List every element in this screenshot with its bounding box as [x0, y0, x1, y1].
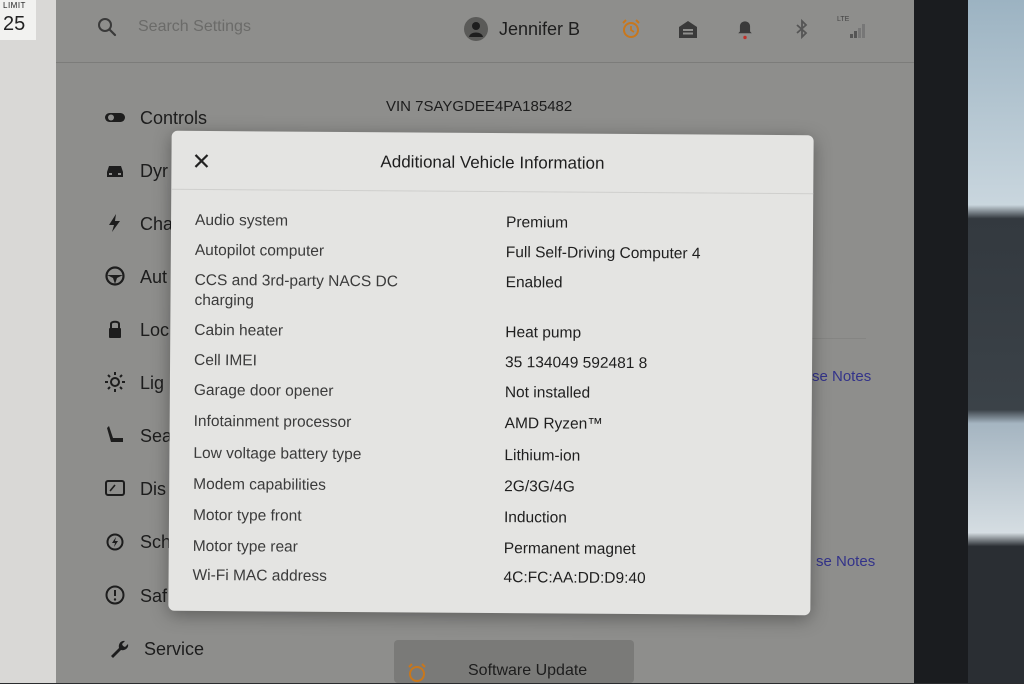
info-value: Enabled: [505, 274, 563, 292]
top-bar-divider: [56, 62, 914, 63]
info-label: Audio system: [194, 211, 289, 230]
vin-label: VIN 7SAYGDEE4PA185482: [386, 98, 573, 115]
search-input[interactable]: Search Settings: [138, 18, 251, 36]
seat-icon: [107, 426, 123, 442]
info-row: Wi-Fi MAC address 4C:FC:AA:DD:D9:40: [193, 566, 793, 587]
dialog-title: Additional Vehicle Information: [380, 152, 605, 173]
info-value: Induction: [503, 509, 567, 527]
alarm-icon: [408, 663, 426, 682]
sidebar-item-label: Cha: [140, 214, 174, 234]
sidebar-item-label: Service: [144, 639, 205, 659]
info-label: Low voltage battery type: [193, 444, 362, 464]
info-value: 35 134049 592481 8: [505, 354, 648, 373]
info-row: Audio system Premium: [195, 211, 795, 232]
release-notes-link[interactable]: se Notes: [816, 553, 875, 570]
charging-bolt-icon: [109, 214, 120, 232]
info-value: Heat pump: [505, 324, 582, 342]
info-label: Autopilot computer: [194, 241, 325, 260]
info-row: CCS and 3rd-party NACS DC charging Enabl…: [194, 271, 795, 309]
sidebar-item-controls[interactable]: Controls: [104, 102, 354, 134]
sidebar-item-label: Sea: [140, 426, 173, 446]
info-label: Infotainment processor: [193, 412, 352, 432]
user-icon: [469, 22, 483, 37]
user-name[interactable]: Jennifer B: [499, 19, 580, 40]
light-icon: [105, 372, 125, 392]
info-row: Infotainment processor AMD Ryzen™: [194, 412, 794, 433]
wrench-icon: [111, 640, 129, 658]
display-icon: [105, 480, 125, 496]
software-update-button[interactable]: Software Update: [394, 640, 634, 683]
garage-icon[interactable]: [677, 18, 699, 40]
vehicle-info-dialog: Additional Vehicle Information Audio sys…: [168, 130, 814, 616]
sidebar-item-label: Sch: [140, 532, 172, 552]
search-icon[interactable]: [96, 16, 118, 38]
info-label: Cell IMEI: [194, 351, 258, 370]
screen-bezel-left: [0, 0, 56, 683]
info-value: Premium: [505, 214, 569, 232]
speed-limit-sign: LIMIT 25: [0, 0, 36, 40]
info-row: Motor type front Induction: [193, 506, 793, 527]
sidebar-item-label: Loc: [140, 320, 170, 340]
sidebar-item-label: Lig: [140, 373, 165, 393]
info-value: Not installed: [504, 384, 591, 402]
info-value: 4C:FC:AA:DD:D9:40: [503, 569, 646, 588]
info-label: Wi-Fi MAC address: [192, 566, 327, 585]
info-row: Motor type rear Permanent magnet: [193, 537, 793, 558]
dialog-header: Additional Vehicle Information: [171, 130, 814, 195]
top-bar: Search Settings Jennifer B LTE: [56, 0, 914, 63]
info-row: Garage door opener Not installed: [194, 381, 794, 402]
sidebar-item-label: Dyr: [140, 161, 168, 181]
release-notes-link[interactable]: se Notes: [812, 368, 871, 385]
info-label: Motor type rear: [192, 537, 298, 556]
info-value: AMD Ryzen™: [504, 415, 603, 433]
sidebar-item-service[interactable]: Service: [108, 633, 358, 665]
schedule-icon: [106, 533, 124, 551]
sidebar-item-label: Dis: [140, 479, 166, 499]
info-value: Permanent magnet: [503, 540, 636, 559]
car-icon: [107, 166, 123, 177]
notification-bell-icon[interactable]: [734, 18, 756, 40]
network-label: LTE: [837, 16, 850, 23]
toggle-icon: [105, 113, 125, 122]
alarm-icon[interactable]: [620, 18, 642, 40]
info-row: Autopilot computer Full Self-Driving Com…: [195, 241, 795, 263]
info-value: Full Self-Driving Computer 4: [505, 244, 701, 263]
info-label: Cabin heater: [194, 321, 284, 340]
info-value: Lithium-ion: [504, 447, 581, 465]
sidebar-item-label: Saf: [140, 586, 168, 606]
lock-icon: [109, 320, 121, 338]
sidebar-item-label: Controls: [140, 108, 208, 128]
steering-wheel-icon: [105, 266, 125, 286]
software-update-label: Software Update: [468, 662, 588, 679]
info-value: 2G/3G/4G: [504, 478, 575, 496]
bluetooth-icon[interactable]: [791, 18, 813, 40]
info-label: Modem capabilities: [193, 475, 326, 494]
info-label: Garage door opener: [193, 381, 334, 400]
speed-limit-value: 25: [3, 13, 26, 35]
avatar[interactable]: [464, 17, 488, 41]
sidebar-item-label: Aut: [140, 267, 168, 287]
speed-limit-label: LIMIT: [3, 1, 26, 10]
info-row: Modem capabilities 2G/3G/4G: [193, 475, 793, 496]
info-label: Motor type front: [192, 506, 302, 525]
safety-icon: [105, 585, 125, 605]
info-label: CCS and 3rd-party NACS DC charging: [194, 271, 398, 310]
window-glass: [968, 0, 1024, 683]
info-row: Cell IMEI 35 134049 592481 8: [194, 351, 794, 372]
info-row: Low voltage battery type Lithium-ion: [193, 444, 793, 465]
info-row: Cabin heater Heat pump: [194, 321, 794, 342]
